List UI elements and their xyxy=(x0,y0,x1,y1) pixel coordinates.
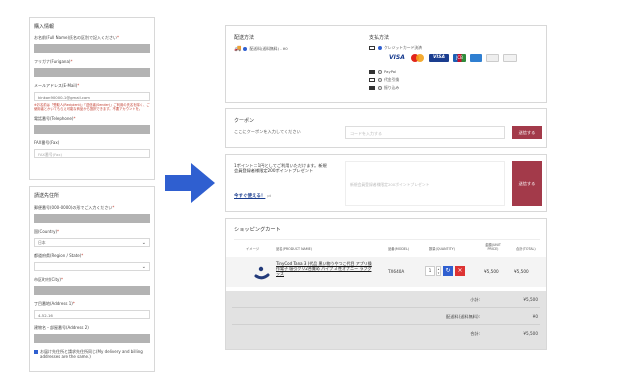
bank-radio[interactable] xyxy=(378,86,382,90)
email-label: メールアドレス(E-Mail)* xyxy=(34,83,80,88)
chevron-down-icon: ⌄ xyxy=(141,263,146,270)
mastercard-logo xyxy=(411,54,425,62)
coupon-panel: クーポン ここにクーポンを入力してください コードを入力する 送信する xyxy=(225,108,547,148)
billing-address-title: 請送先住所 xyxy=(34,193,60,199)
product-model: TX640A xyxy=(388,269,405,274)
quantity-input[interactable]: 1 xyxy=(425,266,435,276)
cart-totals: 小計: ¥5,500 配送料(送料無料): ¥0 合計: ¥5,500 xyxy=(226,291,546,349)
shipping-payment-panel: 配送方法 🚚 配送料(送料無料) - ¥0 支払方法 クレジットカード決済 VI… xyxy=(225,25,547,103)
address2-label: 建物名・部屋番号(Address 2) xyxy=(34,325,89,330)
paypal-icon xyxy=(369,69,375,74)
unit-price: ¥5,500 xyxy=(484,269,499,274)
same-address-checkbox[interactable] xyxy=(34,349,38,354)
shipping-fee-value: ¥0 xyxy=(532,314,538,319)
cart-title: ショッピングカート xyxy=(234,227,281,233)
product-image xyxy=(254,266,270,280)
city-input[interactable] xyxy=(34,286,150,295)
name-input[interactable] xyxy=(34,44,150,53)
payment-option-paypal: PayPal xyxy=(384,69,397,74)
payment-title: 支払方法 xyxy=(369,35,390,41)
header-product: 品名(PRODUCT NAME) xyxy=(276,247,313,251)
quantity-stepper[interactable]: ▴ ▾ xyxy=(436,266,441,276)
cod-radio[interactable] xyxy=(378,78,382,82)
subtotal-value: ¥5,500 xyxy=(523,297,538,302)
paypal-radio[interactable] xyxy=(378,69,382,74)
visa-logo: VISA xyxy=(389,54,405,61)
purchase-info-panel: 購入情報 お名前(Full Name)氏名の区別で記入ください* フリガナ(Fu… xyxy=(29,17,155,180)
region-label: 都道府県(Region / State)* xyxy=(34,253,84,258)
points-text: 1ポイント＝1円としてご利用いただけます。新規会員登録者様限定200ポイントプレ… xyxy=(234,163,327,174)
phone-input[interactable] xyxy=(34,124,150,134)
cart-item-row: TinyCod Tana 3 (代品 黒い物うやつこ代目 アプリ操作電子 吸引ク… xyxy=(226,257,546,287)
shipping-title: 配送方法 xyxy=(234,35,255,41)
product-name-link[interactable]: TinyCod Tana 3 (代品 黒い物うやつこ代目 アプリ操作電子 吸引ク… xyxy=(276,261,374,276)
payment-option-bank: 振り込み xyxy=(384,85,400,90)
address1-label: 丁目番地(Address 1)* xyxy=(34,301,75,306)
item-total: ¥5,500 xyxy=(514,269,529,274)
points-use-link[interactable]: 今すぐ使える！ xyxy=(234,193,265,199)
header-image: イメージ xyxy=(246,247,260,251)
points-submit-button[interactable]: 送信する xyxy=(512,161,542,206)
address1-input[interactable]: 4-52-16 xyxy=(34,310,150,319)
visa-electron-logo: VISA xyxy=(429,54,449,62)
header-unit-price: 金額(UNIT PRICE) xyxy=(485,243,501,251)
email-note: ※お名前は「受取人(Recipient)」「送信者(Sender)」ご利用の氏名… xyxy=(34,103,150,112)
credit-card-icon xyxy=(369,46,375,50)
postal-label: 郵便番号(000-0000)の形でご入力ください* xyxy=(34,205,115,210)
furigana-label: フリガナ(Furigana)* xyxy=(34,59,73,64)
shipping-radio[interactable] xyxy=(243,46,248,51)
bank-icon xyxy=(369,86,375,90)
update-icon[interactable]: ↻ xyxy=(443,266,453,276)
phone-label: 電話番号(Telephone)* xyxy=(34,115,76,121)
coupon-title: クーポン xyxy=(234,118,255,124)
header-total: 合計(TOTAL) xyxy=(516,247,536,251)
furigana-input[interactable] xyxy=(34,68,150,77)
coupon-submit-button[interactable]: 送信する xyxy=(512,126,542,139)
amex-logo xyxy=(470,54,482,62)
coupon-input[interactable]: コードを入力する xyxy=(345,126,505,139)
total-value: ¥5,500 xyxy=(523,331,538,336)
country-label: 国(Country)* xyxy=(34,229,60,234)
fax-label: FAX番号(Fax) xyxy=(34,139,60,145)
right-arrow-icon xyxy=(165,163,215,203)
country-select[interactable]: 日本 ⌄ xyxy=(34,238,150,247)
jcb-logo: JCB xyxy=(453,54,466,62)
diners-logo xyxy=(486,54,499,62)
header-quantity: 数量(QUANTITY) xyxy=(429,247,455,251)
address2-input[interactable] xyxy=(34,334,150,343)
remove-icon[interactable]: × xyxy=(455,266,465,276)
coupon-prompt: ここにクーポンを入力してください xyxy=(234,129,301,134)
points-input[interactable]: 新規会員登録者様限定200ポイントプレゼント xyxy=(345,161,505,206)
points-unit: pt xyxy=(267,194,271,198)
email-input[interactable]: kinkon90000-1@gmail.com xyxy=(34,92,150,101)
fax-input[interactable]: FAX番号(Fax) xyxy=(34,148,150,158)
postal-input[interactable] xyxy=(34,214,150,223)
city-label: 市区町村(City)* xyxy=(34,277,63,282)
credit-radio[interactable] xyxy=(378,46,382,50)
points-panel: 1ポイント＝1円としてご利用いただけます。新規会員登録者様限定200ポイントプレ… xyxy=(225,154,547,212)
purchase-info-title: 購入情報 xyxy=(34,24,55,30)
header-model: 品番(MODEL) xyxy=(388,247,410,251)
shipping-fee-label: 配送料(送料無料): xyxy=(446,314,480,319)
payment-option-cod: 代金引換 xyxy=(384,77,400,82)
region-select[interactable]: ⌄ xyxy=(34,262,150,271)
cart-header-row: イメージ 品名(PRODUCT NAME) 品番(MODEL) 数量(QUANT… xyxy=(234,243,540,255)
truck-icon: 🚚 xyxy=(234,45,242,52)
payment-option-credit: クレジットカード決済 xyxy=(384,45,422,50)
total-label: 合計: xyxy=(470,331,480,336)
shopping-cart-panel: ショッピングカート イメージ 品名(PRODUCT NAME) 品番(MODEL… xyxy=(225,218,547,350)
name-label: お名前(Full Name)氏名の区別で記入ください* xyxy=(34,35,120,40)
discover-logo xyxy=(503,54,517,62)
chevron-down-icon: ⌄ xyxy=(141,239,146,246)
shipping-option: 配送料(送料無料) - ¥0 xyxy=(249,45,288,51)
billing-address-panel: 請送先住所 郵便番号(000-0000)の形でご入力ください* 国(Countr… xyxy=(29,186,155,372)
subtotal-label: 小計: xyxy=(470,297,480,302)
country-value: 日本 xyxy=(38,239,46,245)
cod-icon xyxy=(369,78,375,82)
same-address-label: お届け先住所と請求先住所同じ(My delivery and billing a… xyxy=(40,349,143,359)
